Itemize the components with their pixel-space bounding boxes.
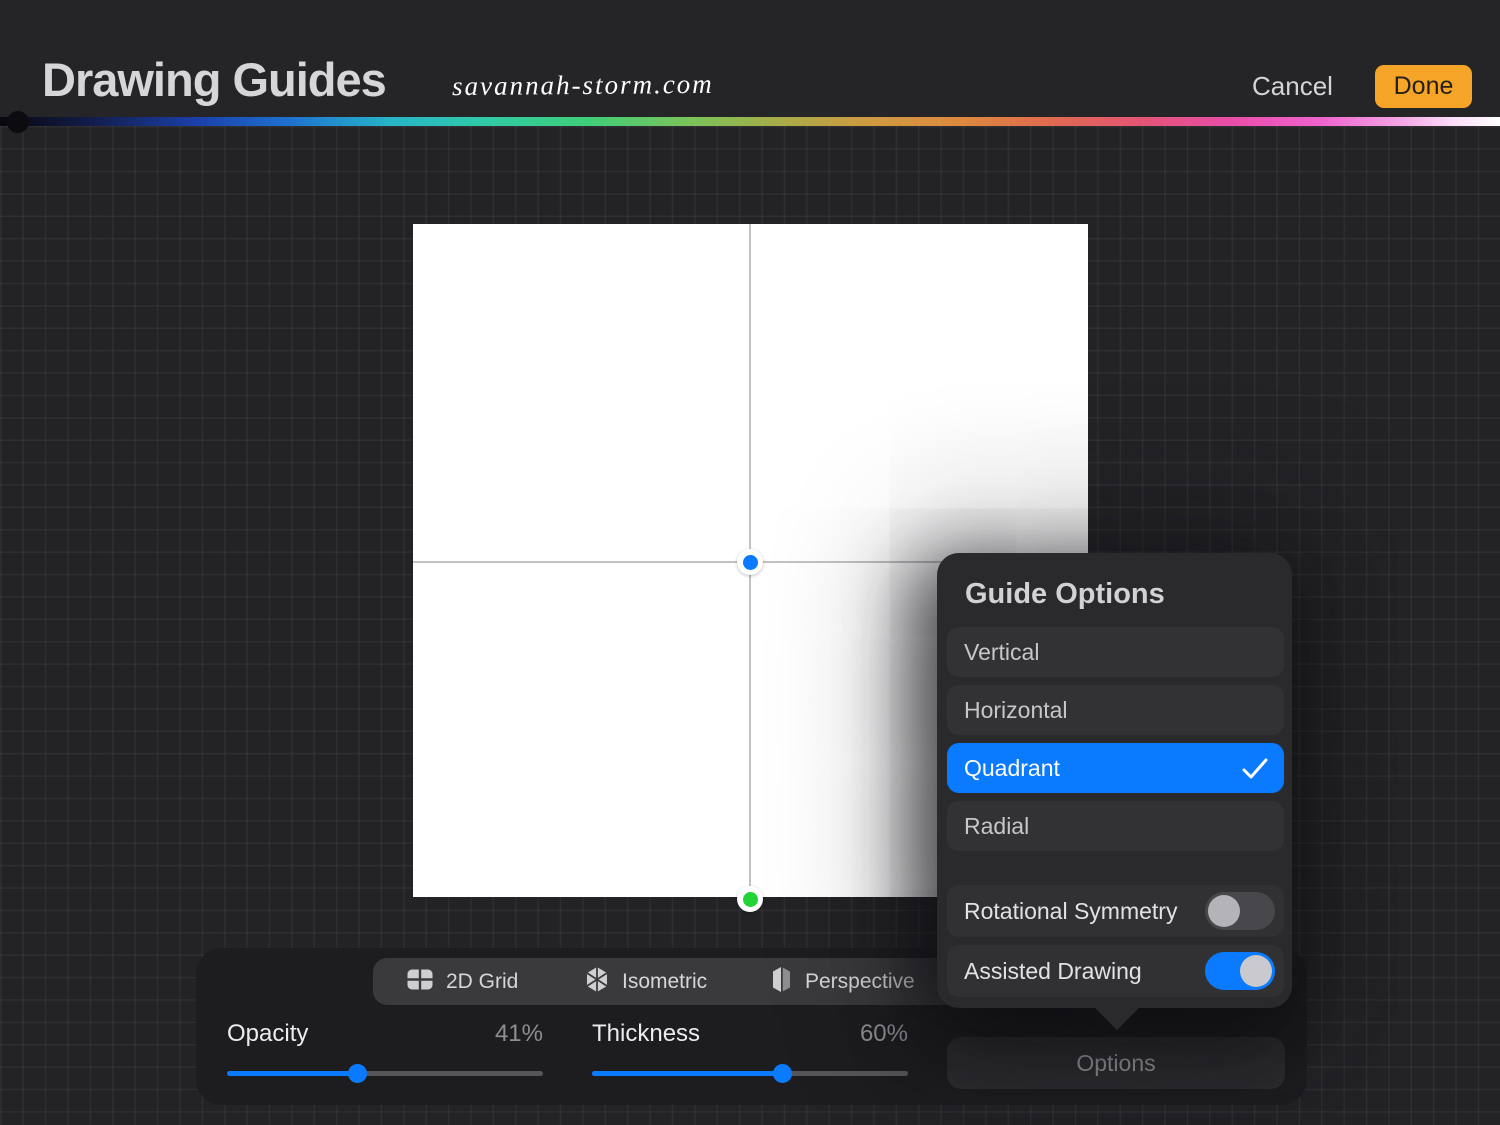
guide-edge-handle[interactable] <box>737 886 763 912</box>
thickness-label: Thickness <box>592 1020 700 1048</box>
options-button[interactable]: Options <box>947 1037 1285 1089</box>
option-label: Horizontal <box>964 697 1068 724</box>
checkmark-icon <box>1242 758 1268 779</box>
assisted-drawing-toggle[interactable] <box>1205 952 1275 990</box>
opacity-slider-track[interactable] <box>227 1071 543 1076</box>
option-quadrant[interactable]: Quadrant <box>947 743 1284 793</box>
toggle-label: Rotational Symmetry <box>964 898 1177 925</box>
option-radial[interactable]: Radial <box>947 801 1284 851</box>
option-vertical[interactable]: Vertical <box>947 627 1284 677</box>
option-label: Radial <box>964 813 1029 840</box>
toggle-label: Assisted Drawing <box>964 958 1142 985</box>
drawing-guides-screen: Drawing Guides savannah-storm.com Cancel… <box>0 0 1500 1125</box>
isometric-icon <box>585 966 609 998</box>
grid-2d-icon <box>407 969 433 995</box>
page-title: Drawing Guides <box>42 52 386 107</box>
thickness-slider-fill <box>592 1071 782 1076</box>
popup-title: Guide Options <box>965 577 1292 611</box>
guide-options-popup: Guide Options Vertical Horizontal Quadra… <box>937 553 1292 1008</box>
tab-label: Perspective <box>805 970 915 994</box>
option-label: Quadrant <box>964 755 1060 782</box>
tab-label: 2D Grid <box>446 970 518 994</box>
opacity-value: 41% <box>495 1020 543 1048</box>
thickness-slider-track[interactable] <box>592 1071 908 1076</box>
tab-perspective[interactable]: Perspective <box>770 958 915 1005</box>
thickness-slider-thumb[interactable] <box>773 1064 792 1083</box>
perspective-icon <box>770 966 792 998</box>
tab-isometric[interactable]: Isometric <box>585 958 707 1005</box>
option-horizontal[interactable]: Horizontal <box>947 685 1284 735</box>
toggle-knob <box>1240 955 1272 987</box>
cancel-button[interactable]: Cancel <box>1252 71 1333 102</box>
watermark-text: savannah-storm.com <box>452 69 714 102</box>
opacity-slider-group: Opacity 41% <box>227 1020 543 1090</box>
tab-2d-grid[interactable]: 2D Grid <box>407 958 518 1005</box>
toggle-knob <box>1208 895 1240 927</box>
opacity-slider-fill <box>227 1071 357 1076</box>
video-progress-bar[interactable] <box>0 117 1500 126</box>
tab-label: Isometric <box>622 970 707 994</box>
opacity-slider-thumb[interactable] <box>348 1064 367 1083</box>
progress-playhead-dot[interactable] <box>7 111 29 133</box>
thickness-slider-group: Thickness 60% <box>592 1020 908 1090</box>
rotational-symmetry-toggle[interactable] <box>1205 892 1275 930</box>
option-label: Vertical <box>964 639 1039 666</box>
popup-tail-pointer <box>1093 1006 1141 1030</box>
assisted-drawing-row: Assisted Drawing <box>947 945 1284 997</box>
top-bar: Drawing Guides savannah-storm.com Cancel… <box>0 0 1500 117</box>
thickness-value: 60% <box>860 1020 908 1048</box>
done-button[interactable]: Done <box>1375 65 1472 108</box>
opacity-label: Opacity <box>227 1020 308 1048</box>
grid-workspace: 2D Grid Isometric Perspective O <box>0 126 1500 1125</box>
guide-center-handle[interactable] <box>737 549 763 575</box>
rotational-symmetry-row: Rotational Symmetry <box>947 885 1284 937</box>
